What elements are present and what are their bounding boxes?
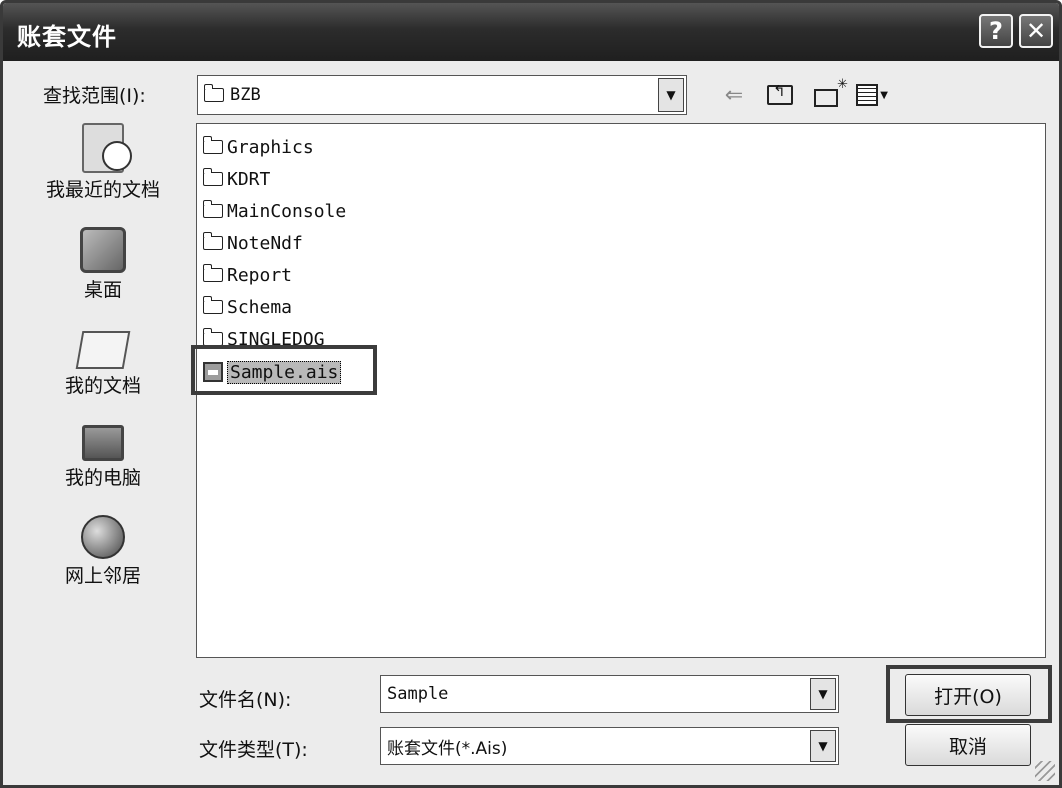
window-title: 账套文件 [17, 23, 117, 51]
filename-input[interactable]: Sample ▼ [380, 675, 839, 713]
place-label: 网上邻居 [64, 565, 141, 587]
my-computer-icon [82, 425, 124, 461]
open-button-highlight [886, 665, 1052, 723]
view-menu-icon [856, 84, 879, 106]
resize-grip[interactable] [1035, 761, 1055, 781]
dropdown-arrow-icon[interactable]: ▼ [810, 730, 836, 762]
folder-icon [203, 328, 223, 346]
place-label: 桌面 [83, 279, 122, 301]
place-label: 我最近的文档 [45, 179, 160, 201]
network-places-icon [81, 515, 125, 559]
folder-icon [203, 168, 223, 186]
folder-icon [203, 200, 223, 218]
folder-icon [203, 296, 223, 314]
place-network[interactable]: 网上邻居 [23, 515, 183, 588]
my-documents-icon [75, 331, 131, 369]
filetype-label: 文件类型(T): [199, 739, 308, 761]
back-button[interactable]: ⇐ [718, 81, 750, 109]
look-in-value: BZB [230, 85, 261, 105]
filetype-value: 账套文件(*.Ais) [387, 738, 508, 759]
dropdown-arrow-icon[interactable]: ▼ [658, 78, 684, 112]
close-button[interactable]: ✕ [1019, 14, 1053, 48]
up-folder-icon [767, 82, 793, 105]
desktop-icon [80, 227, 126, 273]
folder-icon [203, 136, 223, 154]
place-desktop[interactable]: 桌面 [23, 227, 183, 302]
dropdown-arrow-icon[interactable]: ▼ [810, 678, 836, 710]
folder-icon [204, 84, 224, 102]
filename-label: 文件名(N): [199, 689, 292, 711]
list-item[interactable]: KDRT [203, 164, 270, 194]
look-in-label: 查找范围(I): [43, 85, 146, 107]
new-folder-icon [814, 77, 848, 107]
recent-documents-icon [82, 123, 132, 173]
toolbar: ⇐ ▼ [718, 77, 888, 111]
look-in-dropdown[interactable]: BZB ▼ [197, 75, 687, 115]
selected-file-highlight [191, 345, 377, 395]
place-label: 我的文档 [64, 375, 141, 397]
cancel-button[interactable]: 取消 [905, 724, 1031, 766]
new-folder-button[interactable] [810, 77, 848, 109]
list-item[interactable]: MainConsole [203, 196, 346, 226]
filetype-dropdown[interactable]: 账套文件(*.Ais) ▼ [380, 727, 839, 765]
title-bar[interactable]: 账套文件 ? ✕ [3, 3, 1059, 61]
place-my-computer[interactable]: 我的电脑 [23, 421, 183, 490]
folder-icon [203, 232, 223, 250]
place-my-documents[interactable]: 我的文档 [23, 323, 183, 398]
place-recent-documents[interactable]: 我最近的文档 [23, 123, 183, 202]
list-item[interactable]: Schema [203, 292, 292, 322]
help-button[interactable]: ? [979, 14, 1013, 48]
chevron-down-icon: ▼ [880, 89, 888, 101]
list-item[interactable]: Report [203, 260, 292, 290]
view-menu-button[interactable]: ▼ [856, 81, 888, 109]
up-folder-button[interactable] [764, 81, 796, 109]
place-label: 我的电脑 [64, 467, 141, 489]
folder-icon [203, 264, 223, 282]
open-file-dialog: 账套文件 ? ✕ 查找范围(I): BZB ▼ ⇐ ▼ 我最近的文档 桌面 我的… [0, 0, 1062, 788]
list-item[interactable]: NoteNdf [203, 228, 303, 258]
filename-value: Sample [387, 684, 449, 704]
list-item[interactable]: Graphics [203, 132, 314, 162]
back-arrow-icon: ⇐ [724, 82, 744, 108]
